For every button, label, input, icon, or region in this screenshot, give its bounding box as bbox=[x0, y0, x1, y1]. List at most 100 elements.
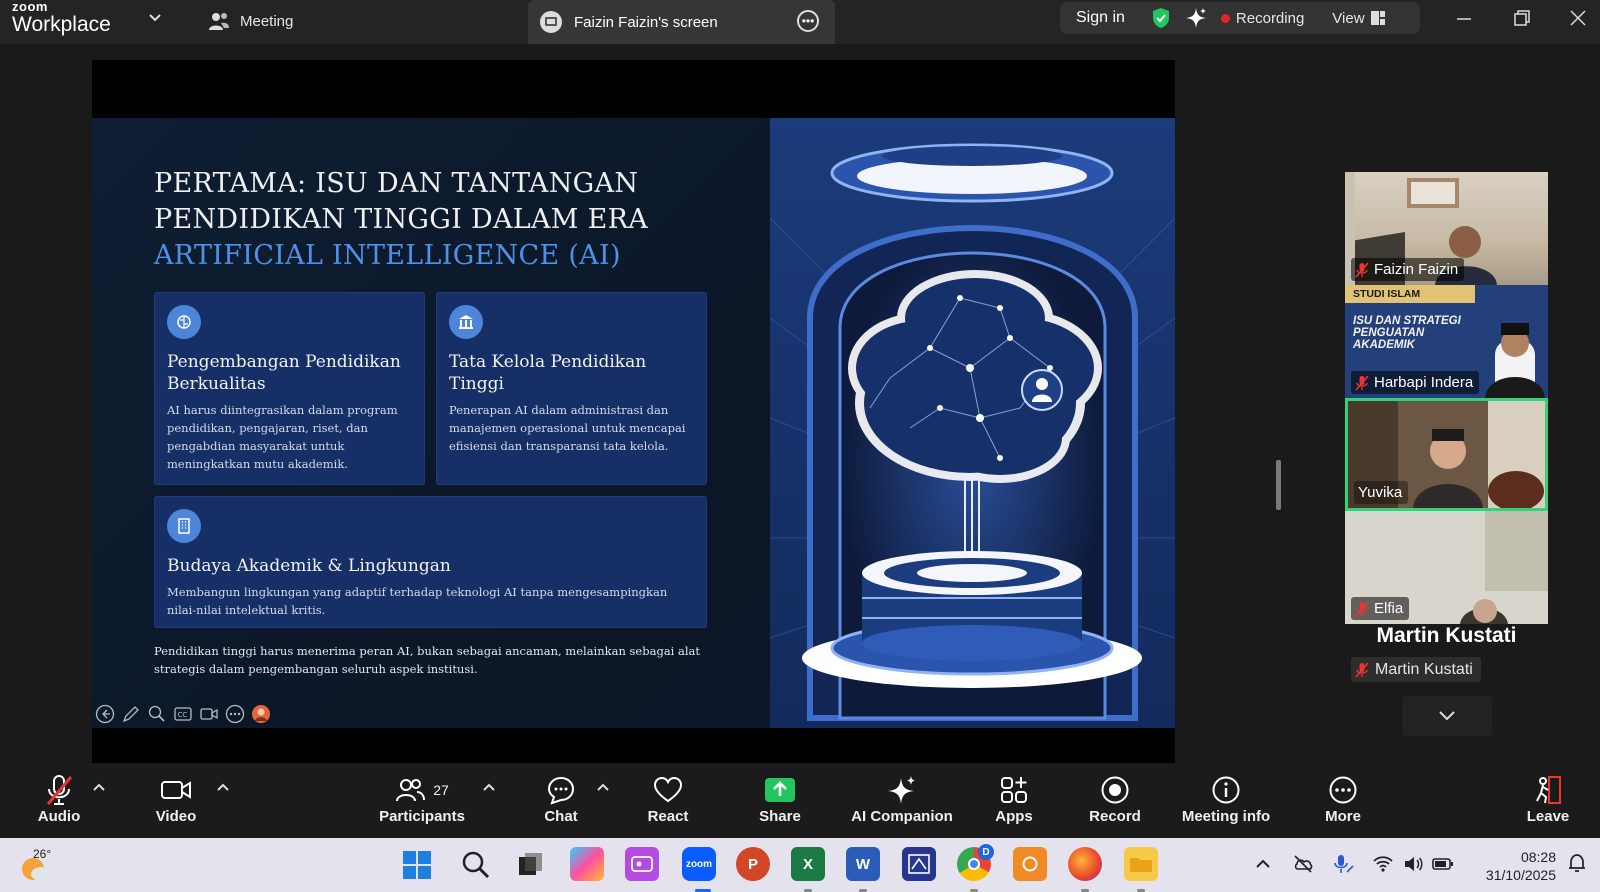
top-right-cluster: Sign in Recording View bbox=[1060, 2, 1420, 34]
view-button[interactable]: View bbox=[1332, 9, 1385, 27]
sign-in-link[interactable]: Sign in bbox=[1076, 9, 1125, 27]
powerpoint-app-icon[interactable]: P bbox=[736, 847, 770, 881]
more-options-icon[interactable]: ••• bbox=[797, 10, 819, 32]
participant-name: Faizin Faizin bbox=[1374, 261, 1459, 278]
share-screen-icon bbox=[765, 778, 795, 802]
participant-name-tag: Yuvika bbox=[1354, 481, 1409, 504]
video-tile-yuvika[interactable]: Yuvika bbox=[1345, 398, 1548, 511]
no-video-participant-name: Martin Kustati bbox=[1376, 624, 1517, 647]
record-button[interactable]: Record bbox=[1089, 772, 1141, 825]
chevron-up-icon[interactable] bbox=[92, 780, 106, 794]
screen-tab-label: Faizin Faizin's screen bbox=[574, 13, 718, 31]
leave-button[interactable]: Leave bbox=[1526, 772, 1570, 825]
video-tile-elfia[interactable]: Elfia bbox=[1345, 511, 1548, 624]
record-label: Record bbox=[1089, 808, 1141, 825]
cloud-off-icon[interactable] bbox=[1292, 853, 1314, 875]
participant-name-tag: Harbapi Indera bbox=[1351, 371, 1480, 394]
video-tile-harbapi[interactable]: STUDI ISLAM ISU DAN STRATEGI PENGUATAN A… bbox=[1345, 285, 1548, 398]
encryption-shield-icon[interactable] bbox=[1151, 7, 1171, 29]
video-tile-faizin[interactable]: Faizin Faizin bbox=[1345, 172, 1548, 285]
slide-footer-text: Pendidikan tinggi harus menerima peran A… bbox=[154, 644, 701, 676]
react-button[interactable]: React bbox=[646, 772, 690, 825]
zoom-app-icon[interactable]: zoom bbox=[682, 847, 716, 881]
restore-icon[interactable] bbox=[1510, 6, 1534, 30]
windows-start-icon[interactable] bbox=[402, 850, 432, 880]
info-icon bbox=[1212, 776, 1240, 804]
sandbox-app-icon[interactable] bbox=[902, 847, 936, 881]
participant-name: Martin Kustati bbox=[1375, 660, 1473, 678]
chevron-up-icon[interactable] bbox=[596, 780, 610, 794]
brand-top: zoom bbox=[12, 0, 48, 14]
ai-companion-button[interactable]: AI Companion bbox=[850, 772, 954, 825]
studio-app-icon[interactable] bbox=[625, 847, 659, 881]
slideshow-toolbar: CC bbox=[94, 703, 271, 724]
presenter-avatar-icon[interactable] bbox=[250, 703, 271, 724]
presentation-slide: PERTAMA: ISU DAN TANTANGAN PENDIDIKAN TI… bbox=[92, 118, 1175, 728]
share-button[interactable]: Share bbox=[756, 772, 804, 825]
more-button[interactable]: More bbox=[1322, 772, 1364, 825]
recording-indicator[interactable]: Recording bbox=[1220, 10, 1304, 27]
mic-muted-icon bbox=[1355, 600, 1369, 617]
task-view-icon[interactable] bbox=[516, 850, 546, 880]
mic-muted-icon bbox=[1355, 374, 1369, 391]
chevron-down-icon bbox=[1439, 711, 1455, 721]
tab-meeting[interactable]: Meeting bbox=[208, 8, 293, 34]
audio-button[interactable]: Audio bbox=[34, 772, 84, 825]
camera-icon[interactable] bbox=[198, 703, 219, 724]
participants-button[interactable]: 27 Participants bbox=[378, 772, 466, 825]
chevron-up-icon[interactable] bbox=[216, 780, 230, 794]
meeting-info-button[interactable]: Meeting info bbox=[1180, 772, 1272, 825]
pen-icon[interactable] bbox=[120, 703, 141, 724]
svg-text:CC: CC bbox=[177, 711, 187, 719]
wifi-icon[interactable] bbox=[1372, 853, 1394, 875]
chat-label: Chat bbox=[544, 808, 578, 825]
notifications-bell-icon[interactable] bbox=[1566, 852, 1588, 874]
previous-slide-icon[interactable] bbox=[94, 703, 115, 724]
meeting-stage: PERTAMA: ISU DAN TANTANGAN PENDIDIKAN TI… bbox=[0, 44, 1600, 764]
system-clock[interactable]: 08:28 31/10/2025 bbox=[1476, 848, 1556, 884]
people-icon bbox=[209, 13, 229, 30]
view-label: View bbox=[1332, 9, 1365, 27]
chevron-up-icon[interactable] bbox=[482, 780, 496, 794]
tab-shared-screen[interactable]: Faizin Faizin's screen ••• bbox=[528, 0, 835, 44]
ai-companion-label: AI Companion bbox=[851, 808, 953, 825]
file-explorer-icon[interactable] bbox=[1124, 847, 1158, 881]
excel-app-icon[interactable]: X bbox=[791, 847, 825, 881]
zoom-slide-icon[interactable] bbox=[146, 703, 167, 724]
chevron-down-icon[interactable] bbox=[148, 11, 162, 25]
chat-icon bbox=[547, 776, 575, 805]
panel-resize-handle[interactable] bbox=[1276, 460, 1281, 510]
participants-label: Participants bbox=[379, 808, 465, 825]
meeting-controls: Audio Video 27 Participants Chat React S… bbox=[0, 764, 1600, 838]
microphone-in-use-icon[interactable] bbox=[1332, 853, 1354, 875]
pdf-app-icon[interactable] bbox=[1013, 847, 1047, 881]
close-icon[interactable] bbox=[1566, 6, 1590, 30]
slide-card-governance: Tata Kelola Pendidikan Tinggi Penerapan … bbox=[436, 292, 707, 485]
word-app-icon[interactable]: W bbox=[846, 847, 880, 881]
apps-label: Apps bbox=[995, 808, 1033, 825]
title-bar: zoom Workplace Meeting Faizin Faizin's s… bbox=[0, 0, 1600, 44]
participant-name-tag: Elfia bbox=[1351, 597, 1410, 620]
battery-icon[interactable] bbox=[1432, 853, 1454, 875]
copilot-app-icon[interactable] bbox=[570, 847, 604, 881]
shared-screen-area[interactable]: PERTAMA: ISU DAN TANTANGAN PENDIDIKAN TI… bbox=[92, 60, 1175, 763]
video-camera-icon bbox=[161, 781, 191, 799]
ai-sparkle-icon[interactable] bbox=[1185, 7, 1207, 29]
card-body: Penerapan AI dalam administrasi dan mana… bbox=[449, 403, 686, 453]
search-icon[interactable] bbox=[461, 850, 491, 880]
mic-muted-icon bbox=[46, 775, 73, 805]
apps-button[interactable]: Apps bbox=[994, 772, 1034, 825]
gallery-scroll-down-button[interactable] bbox=[1402, 696, 1492, 736]
chevron-up-icon[interactable] bbox=[1252, 853, 1274, 875]
subtitles-icon[interactable]: CC bbox=[172, 703, 193, 724]
minimize-icon[interactable] bbox=[1452, 6, 1476, 30]
meeting-info-label: Meeting info bbox=[1181, 808, 1271, 825]
firefox-app-icon[interactable] bbox=[1068, 847, 1102, 881]
chat-button[interactable]: Chat bbox=[540, 772, 582, 825]
participants-icon bbox=[396, 779, 426, 802]
participant-name-tag: Martin Kustati bbox=[1351, 657, 1481, 682]
record-dot-icon bbox=[1220, 13, 1230, 23]
video-button[interactable]: Video bbox=[148, 772, 204, 825]
more-slide-options-icon[interactable] bbox=[224, 703, 245, 724]
volume-icon[interactable] bbox=[1402, 853, 1424, 875]
